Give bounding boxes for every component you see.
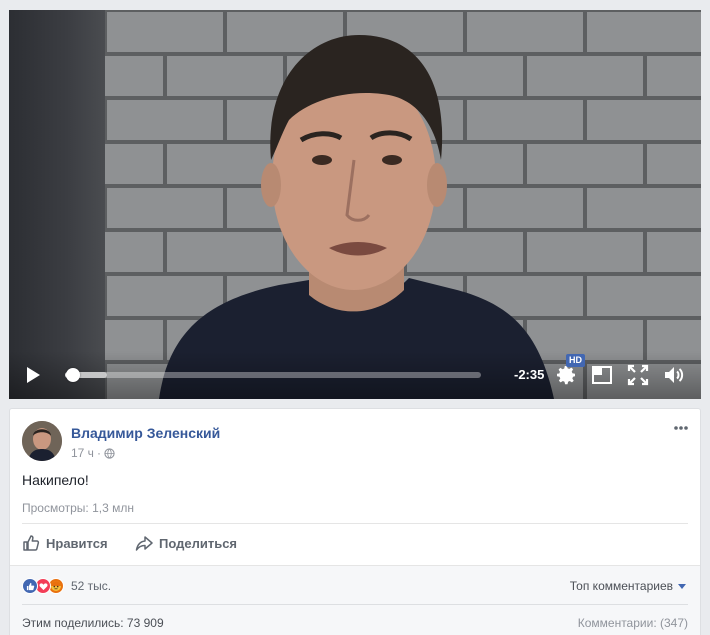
post-timestamp[interactable]: 17 ч — [71, 446, 94, 460]
theater-mode-icon[interactable] — [590, 363, 614, 387]
fullscreen-icon[interactable] — [626, 363, 650, 387]
actions-divider — [22, 523, 688, 524]
video-speaker-figure — [159, 35, 554, 399]
avatar[interactable] — [22, 421, 62, 461]
post-text: Накипело! — [22, 472, 89, 488]
chevron-down-icon — [678, 583, 686, 589]
video-controls-bar: -2:35 HD — [9, 351, 701, 399]
globe-icon[interactable] — [104, 447, 115, 459]
like-reaction-icon — [22, 578, 38, 594]
top-comments-label: Топ комментариев — [569, 579, 673, 593]
share-label: Поделиться — [159, 535, 238, 551]
avatar-portrait — [22, 421, 62, 461]
shares-count[interactable]: Этим поделились: 73 909 — [22, 616, 164, 630]
top-comments-dropdown[interactable]: Топ комментариев — [570, 579, 686, 593]
post-meta: 17 ч · — [71, 446, 115, 460]
reactions-summary[interactable]: 52 тыс. — [22, 578, 111, 594]
reactions-count: 52 тыс. — [71, 579, 112, 593]
post-card: Владимир Зеленский 17 ч · Накипело! Прос… — [9, 408, 701, 635]
video-progress-bar[interactable] — [65, 368, 481, 382]
volume-icon[interactable] — [662, 363, 686, 387]
post-views: Просмотры: 1,3 млн — [22, 501, 134, 515]
post-author-name[interactable]: Владимир Зеленский — [71, 425, 220, 441]
meta-separator: · — [96, 446, 101, 460]
share-arrow-icon — [135, 536, 153, 551]
play-icon[interactable] — [23, 365, 43, 385]
thumbs-up-icon — [23, 535, 40, 551]
video-frame[interactable] — [9, 10, 701, 399]
more-dots-icon[interactable] — [672, 421, 690, 435]
like-label: Нравится — [46, 535, 108, 551]
video-scrubber-knob[interactable] — [66, 368, 81, 382]
video-player[interactable]: -2:35 HD — [9, 10, 701, 399]
hd-badge: HD — [566, 354, 585, 367]
like-button[interactable]: Нравится — [22, 534, 108, 552]
share-button[interactable]: Поделиться — [135, 534, 237, 552]
comments-count[interactable]: Комментарии: (347) — [578, 616, 688, 630]
video-time-remaining: -2:35 — [514, 367, 545, 382]
footer-divider — [22, 604, 688, 605]
post-footer: 52 тыс. Топ комментариев Этим поделились… — [10, 565, 700, 635]
